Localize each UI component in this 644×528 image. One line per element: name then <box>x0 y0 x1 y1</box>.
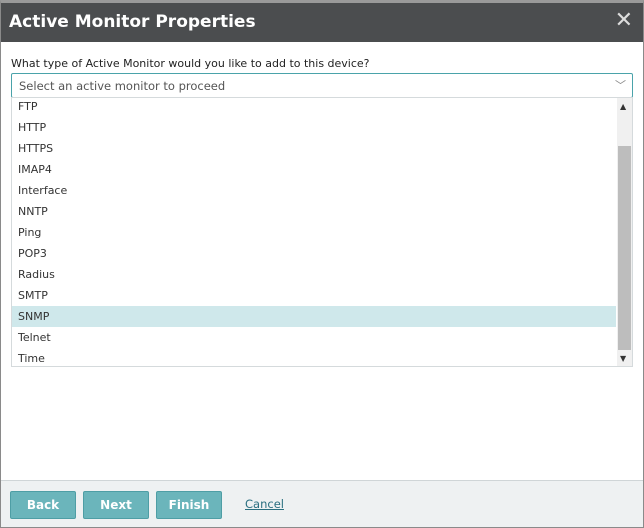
scroll-down-icon[interactable]: ▼ <box>620 354 626 363</box>
list-item[interactable]: FTP <box>12 98 616 117</box>
back-button[interactable]: Back <box>10 491 76 519</box>
scrollbar[interactable]: ▲ ▼ <box>617 98 632 366</box>
list-item[interactable]: SMTP <box>12 285 616 306</box>
scroll-up-icon[interactable]: ▲ <box>620 102 626 111</box>
dialog-title: Active Monitor Properties <box>9 12 256 32</box>
question-label: What type of Active Monitor would you li… <box>11 57 370 70</box>
list-item[interactable]: Telnet <box>12 327 616 348</box>
cancel-link[interactable]: Cancel <box>245 497 284 511</box>
list-item[interactable]: Time <box>12 348 616 366</box>
close-icon[interactable]: ✕ <box>615 8 633 33</box>
chevron-down-icon: ﹀ <box>615 79 626 92</box>
next-button[interactable]: Next <box>83 491 149 519</box>
list-item[interactable]: Radius <box>12 264 616 285</box>
list-item[interactable]: HTTP <box>12 117 616 138</box>
title-bar: Active Monitor Properties ✕ <box>1 3 643 42</box>
list-item[interactable]: HTTPS <box>12 138 616 159</box>
scrollbar-thumb[interactable] <box>618 146 631 350</box>
monitor-type-select[interactable]: Select an active monitor to proceed ﹀ <box>11 73 633 98</box>
list-item[interactable]: NNTP <box>12 201 616 222</box>
list-item[interactable]: SNMP <box>12 306 616 327</box>
monitor-type-list: FTP HTTP HTTPS IMAP4 Interface NNTP Ping POP3 Ra… <box>11 97 633 367</box>
finish-button[interactable]: Finish <box>156 491 222 519</box>
list-item[interactable]: POP3 <box>12 243 616 264</box>
footer: Back Next Finish Cancel <box>1 480 643 527</box>
select-placeholder: Select an active monitor to proceed <box>19 79 226 93</box>
list-item[interactable]: IMAP4 <box>12 159 616 180</box>
list-item[interactable]: Interface <box>12 180 616 201</box>
list-item[interactable]: Ping <box>12 222 616 243</box>
active-monitor-dialog: Active Monitor Properties ✕ What type of… <box>0 0 644 528</box>
